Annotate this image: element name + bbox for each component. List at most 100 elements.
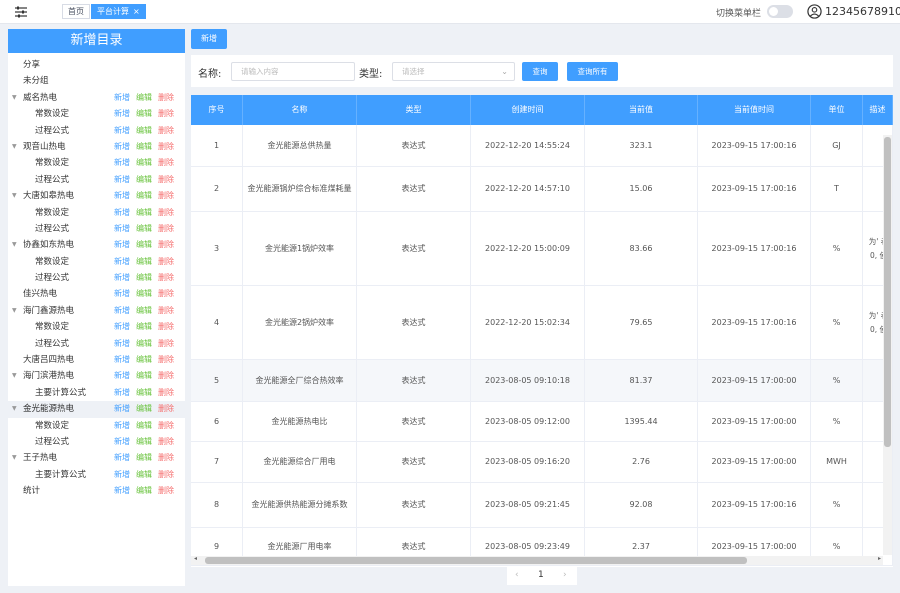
horizontal-scrollbar[interactable]: ◂ ▸ [191, 555, 883, 565]
table-row[interactable]: 7 金光能源综合厂用电 表达式 2023-08-05 09:16:20 2.76 2023… [191, 442, 893, 483]
column-header[interactable]: 当前值时间 [698, 95, 811, 125]
delete-link[interactable]: 删除 [158, 388, 174, 397]
tree-item[interactable]: 未分组 [8, 73, 185, 89]
edit-link[interactable]: 编辑 [136, 93, 152, 102]
edit-link[interactable]: 编辑 [136, 289, 152, 298]
delete-link[interactable]: 删除 [158, 306, 174, 315]
delete-link[interactable]: 删除 [158, 142, 174, 151]
next-page-button[interactable]: › [563, 570, 567, 580]
edit-link[interactable]: 编辑 [136, 109, 152, 118]
delete-link[interactable]: 删除 [158, 355, 174, 364]
table-row[interactable]: 2 金光能源锅炉综合标准煤耗量 表达式 2022-12-20 14:57:10 15.0… [191, 167, 893, 212]
tree-item[interactable]: 常数设定 新增 编辑 删除 [8, 319, 185, 335]
column-header[interactable]: 序号 [191, 95, 243, 125]
delete-link[interactable]: 删除 [158, 371, 174, 380]
tree-item[interactable]: 主要计算公式 新增 编辑 删除 [8, 467, 185, 483]
delete-link[interactable]: 删除 [158, 126, 174, 135]
edit-link[interactable]: 编辑 [136, 355, 152, 364]
table-row[interactable]: 6 金光能源热电比 表达式 2023-08-05 09:12:00 1395.44 202… [191, 402, 893, 442]
caret-down-icon[interactable]: ▼ [12, 188, 20, 204]
add-link[interactable]: 新增 [114, 257, 130, 266]
add-link[interactable]: 新增 [114, 142, 130, 151]
delete-link[interactable]: 删除 [158, 257, 174, 266]
add-link[interactable]: 新增 [114, 109, 130, 118]
edit-link[interactable]: 编辑 [136, 388, 152, 397]
tab-home[interactable]: 首页 [62, 4, 90, 19]
add-link[interactable]: 新增 [114, 388, 130, 397]
edit-link[interactable]: 编辑 [136, 437, 152, 446]
delete-link[interactable]: 删除 [158, 289, 174, 298]
delete-link[interactable]: 删除 [158, 437, 174, 446]
edit-link[interactable]: 编辑 [136, 191, 152, 200]
caret-down-icon[interactable]: ▼ [12, 90, 20, 106]
scroll-thumb[interactable] [205, 557, 747, 564]
delete-link[interactable]: 删除 [158, 175, 174, 184]
prev-page-button[interactable]: ‹ [515, 570, 519, 580]
column-header[interactable]: 类型 [357, 95, 471, 125]
tab-platform-calc[interactable]: 平台计算 × [91, 4, 146, 19]
column-header[interactable]: 单位 [811, 95, 863, 125]
add-link[interactable]: 新增 [114, 208, 130, 217]
edit-link[interactable]: 编辑 [136, 175, 152, 184]
tree-item[interactable]: 主要计算公式 新增 编辑 删除 [8, 385, 185, 401]
add-link[interactable]: 新增 [114, 93, 130, 102]
tree-item[interactable]: 大唐吕四热电 新增 编辑 删除 [8, 352, 185, 368]
close-icon[interactable]: × [133, 7, 140, 16]
tree-item[interactable]: 过程公式 新增 编辑 删除 [8, 434, 185, 450]
edit-link[interactable]: 编辑 [136, 224, 152, 233]
delete-link[interactable]: 删除 [158, 273, 174, 282]
tree-item[interactable]: 佳兴热电 新增 编辑 删除 [8, 286, 185, 302]
add-link[interactable]: 新增 [114, 306, 130, 315]
caret-down-icon[interactable]: ▼ [12, 303, 20, 319]
delete-link[interactable]: 删除 [158, 404, 174, 413]
edit-link[interactable]: 编辑 [136, 404, 152, 413]
tree-item[interactable]: 常数设定 新增 编辑 删除 [8, 155, 185, 171]
edit-link[interactable]: 编辑 [136, 306, 152, 315]
tree-item[interactable]: 常数设定 新增 编辑 删除 [8, 106, 185, 122]
edit-link[interactable]: 编辑 [136, 453, 152, 462]
tree-item[interactable]: ▼ 海门鑫源热电 新增 编辑 删除 [8, 303, 185, 319]
column-header[interactable]: 创建时间 [471, 95, 585, 125]
tree-item[interactable]: 常数设定 新增 编辑 删除 [8, 205, 185, 221]
delete-link[interactable]: 删除 [158, 470, 174, 479]
add-button[interactable]: 新增 [191, 29, 227, 49]
delete-link[interactable]: 删除 [158, 109, 174, 118]
column-header[interactable]: 描述 [863, 95, 893, 125]
table-row[interactable]: 8 金光能源供热能源分摊系数 表达式 2023-08-05 09:21:45 92.08… [191, 483, 893, 528]
table-row[interactable]: 5 金光能源全厂综合热效率 表达式 2023-08-05 09:10:18 81.37 2… [191, 360, 893, 402]
delete-link[interactable]: 删除 [158, 240, 174, 249]
query-button[interactable]: 查询 [522, 62, 558, 81]
tree-item[interactable]: ▼ 协鑫如东热电 新增 编辑 删除 [8, 237, 185, 253]
add-link[interactable]: 新增 [114, 224, 130, 233]
scroll-right-icon[interactable]: ▸ [878, 555, 881, 562]
add-link[interactable]: 新增 [114, 437, 130, 446]
delete-link[interactable]: 删除 [158, 453, 174, 462]
scroll-thumb[interactable] [884, 137, 891, 447]
delete-link[interactable]: 删除 [158, 208, 174, 217]
delete-link[interactable]: 删除 [158, 322, 174, 331]
tree-item[interactable]: 统计 新增 编辑 删除 [8, 483, 185, 499]
edit-link[interactable]: 编辑 [136, 240, 152, 249]
caret-down-icon[interactable]: ▼ [12, 368, 20, 384]
delete-link[interactable]: 删除 [158, 486, 174, 495]
page-number[interactable]: 1 [538, 570, 544, 580]
add-link[interactable]: 新增 [114, 470, 130, 479]
edit-link[interactable]: 编辑 [136, 208, 152, 217]
edit-link[interactable]: 编辑 [136, 126, 152, 135]
caret-down-icon[interactable]: ▼ [12, 237, 20, 253]
tree-item[interactable]: ▼ 大唐如皋热电 新增 编辑 删除 [8, 188, 185, 204]
tree-item[interactable]: 常数设定 新增 编辑 删除 [8, 418, 185, 434]
edit-link[interactable]: 编辑 [136, 257, 152, 266]
username[interactable]: 12345678910 [825, 5, 900, 18]
delete-link[interactable]: 删除 [158, 158, 174, 167]
add-link[interactable]: 新增 [114, 175, 130, 184]
sidebar-title[interactable]: 新增目录 [8, 29, 185, 53]
name-input[interactable]: 请输入内容 [231, 62, 355, 81]
add-link[interactable]: 新增 [114, 453, 130, 462]
column-header[interactable]: 名称 [243, 95, 357, 125]
caret-down-icon[interactable]: ▼ [12, 450, 20, 466]
edit-link[interactable]: 编辑 [136, 158, 152, 167]
query-all-button[interactable]: 查询所有 [567, 62, 618, 81]
caret-down-icon[interactable]: ▼ [12, 139, 20, 155]
add-link[interactable]: 新增 [114, 191, 130, 200]
